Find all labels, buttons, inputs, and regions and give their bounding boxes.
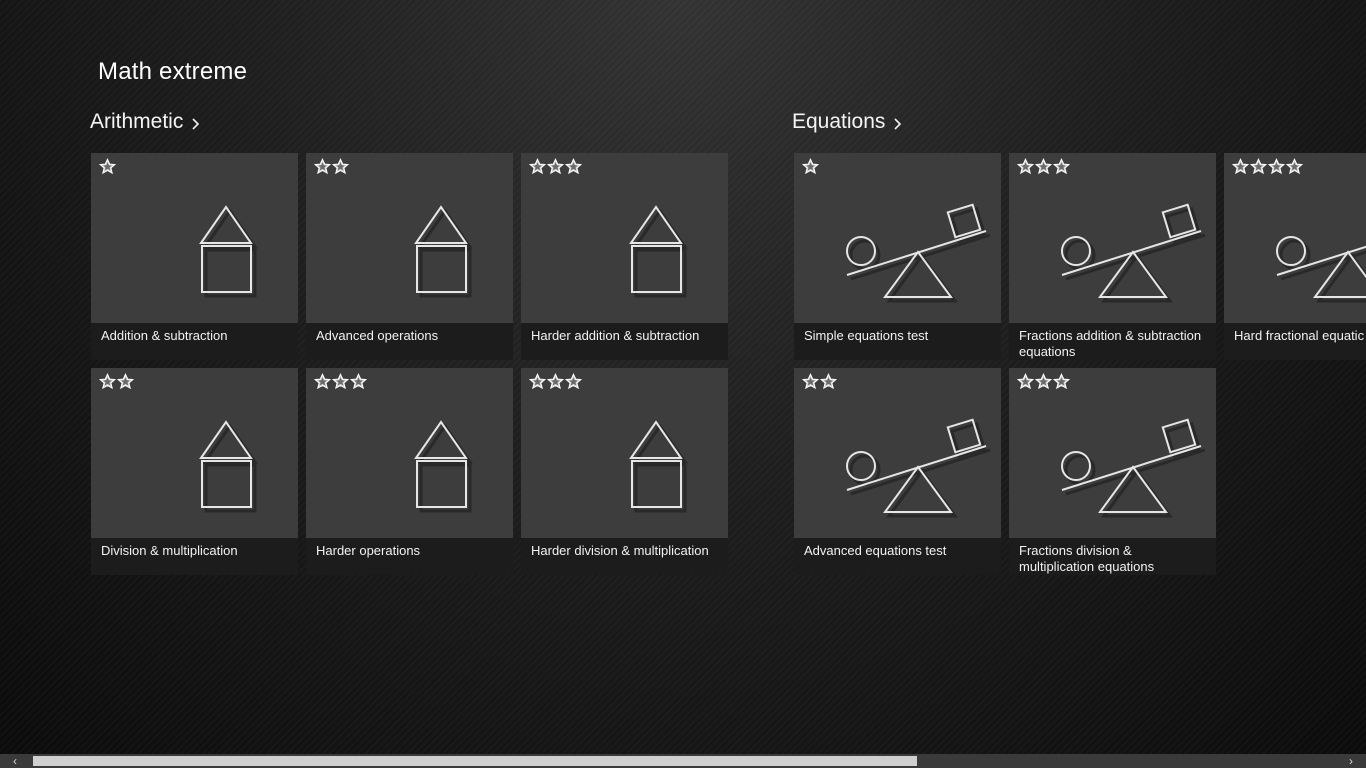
star-icon	[350, 373, 367, 390]
tile-division-multiplication[interactable]: Division & multiplication	[91, 368, 298, 575]
star-icon	[1053, 158, 1070, 175]
star-icon	[314, 158, 331, 175]
house-icon	[414, 205, 473, 298]
difficulty-stars	[529, 373, 582, 390]
tile-art	[306, 368, 513, 538]
tile-hard-fractional-equations[interactable]: Hard fractional equatic	[1224, 153, 1366, 360]
star-icon	[99, 373, 116, 390]
star-icon	[314, 373, 331, 390]
chevron-right-icon	[192, 118, 200, 130]
tile-fractions-division-multiplication[interactable]: Fractions division & multiplication equa…	[1009, 368, 1216, 575]
tile-art	[794, 368, 1001, 538]
star-icon	[547, 373, 564, 390]
tile-advanced-equations-test[interactable]: Advanced equations test	[794, 368, 1001, 575]
difficulty-stars	[1232, 158, 1303, 175]
house-icon	[629, 420, 688, 513]
difficulty-stars	[314, 373, 367, 390]
star-icon	[332, 373, 349, 390]
tile-art	[521, 368, 728, 538]
star-icon	[1035, 158, 1052, 175]
tile-art	[1009, 368, 1216, 538]
group-header-label: Equations	[792, 110, 886, 133]
app-title: Math extreme	[98, 58, 248, 85]
difficulty-stars	[1017, 158, 1070, 175]
house-icon	[629, 205, 688, 298]
difficulty-stars	[99, 373, 134, 390]
tile-label: Fractions division & multiplication equa…	[1009, 538, 1216, 575]
horizontal-scrollbar[interactable]: ‹ ›	[0, 754, 1366, 768]
tile-fractions-addition-subtraction[interactable]: Fractions addition & subtraction equatio…	[1009, 153, 1216, 360]
seesaw-icon	[846, 418, 991, 518]
house-icon	[414, 420, 473, 513]
group-header-arithmetic[interactable]: Arithmetic	[90, 110, 203, 134]
star-icon	[332, 158, 349, 175]
tile-label: Simple equations test	[794, 323, 1001, 360]
star-icon	[1017, 158, 1034, 175]
star-icon	[1250, 158, 1267, 175]
tile-art	[91, 153, 298, 323]
star-icon	[1286, 158, 1303, 175]
house-icon	[199, 420, 258, 513]
tile-label: Fractions addition & subtraction equatio…	[1009, 323, 1216, 360]
tile-art	[794, 153, 1001, 323]
tile-label: Advanced operations	[306, 323, 513, 360]
group-header-label: Arithmetic	[90, 110, 184, 133]
star-icon	[565, 373, 582, 390]
tile-harder-division-multiplication[interactable]: Harder division & multiplication	[521, 368, 728, 575]
star-icon	[565, 158, 582, 175]
star-icon	[1268, 158, 1285, 175]
difficulty-stars	[529, 158, 582, 175]
star-icon	[547, 158, 564, 175]
star-icon	[1035, 373, 1052, 390]
tile-advanced-operations[interactable]: Advanced operations	[306, 153, 513, 360]
star-icon	[529, 158, 546, 175]
difficulty-stars	[1017, 373, 1070, 390]
star-icon	[1232, 158, 1249, 175]
star-icon	[1017, 373, 1034, 390]
seesaw-icon	[1061, 418, 1206, 518]
scroll-right-arrow[interactable]: ›	[1344, 754, 1358, 768]
tile-art	[1009, 153, 1216, 323]
tile-label: Harder division & multiplication	[521, 538, 728, 575]
tile-label: Division & multiplication	[91, 538, 298, 575]
star-icon	[802, 373, 819, 390]
tile-label: Harder operations	[306, 538, 513, 575]
app-page: Math extreme Arithmetic Equations Additi…	[0, 0, 1366, 768]
star-icon	[1053, 373, 1070, 390]
tile-label: Hard fractional equatic	[1224, 323, 1366, 360]
tile-harder-addition-subtraction[interactable]: Harder addition & subtraction	[521, 153, 728, 360]
tile-art	[91, 368, 298, 538]
group-header-equations[interactable]: Equations	[792, 110, 905, 134]
seesaw-icon	[846, 203, 991, 303]
tile-harder-operations[interactable]: Harder operations	[306, 368, 513, 575]
tile-label: Advanced equations test	[794, 538, 1001, 575]
difficulty-stars	[802, 373, 837, 390]
tile-art	[306, 153, 513, 323]
seesaw-icon	[1276, 236, 1366, 303]
star-icon	[117, 373, 134, 390]
star-icon	[820, 373, 837, 390]
tile-simple-equations-test[interactable]: Simple equations test	[794, 153, 1001, 360]
difficulty-stars	[314, 158, 349, 175]
tile-art	[521, 153, 728, 323]
star-icon	[529, 373, 546, 390]
tile-art	[1224, 153, 1366, 323]
tile-addition-subtraction[interactable]: Addition & subtraction	[91, 153, 298, 360]
house-icon	[199, 205, 258, 298]
difficulty-stars	[802, 158, 819, 175]
scrollbar-thumb[interactable]	[33, 756, 917, 766]
difficulty-stars	[99, 158, 116, 175]
scroll-left-arrow[interactable]: ‹	[8, 754, 22, 768]
seesaw-icon	[1061, 203, 1206, 303]
chevron-right-icon	[894, 118, 902, 130]
star-icon	[99, 158, 116, 175]
tile-label: Harder addition & subtraction	[521, 323, 728, 360]
tile-label: Addition & subtraction	[91, 323, 298, 360]
star-icon	[802, 158, 819, 175]
